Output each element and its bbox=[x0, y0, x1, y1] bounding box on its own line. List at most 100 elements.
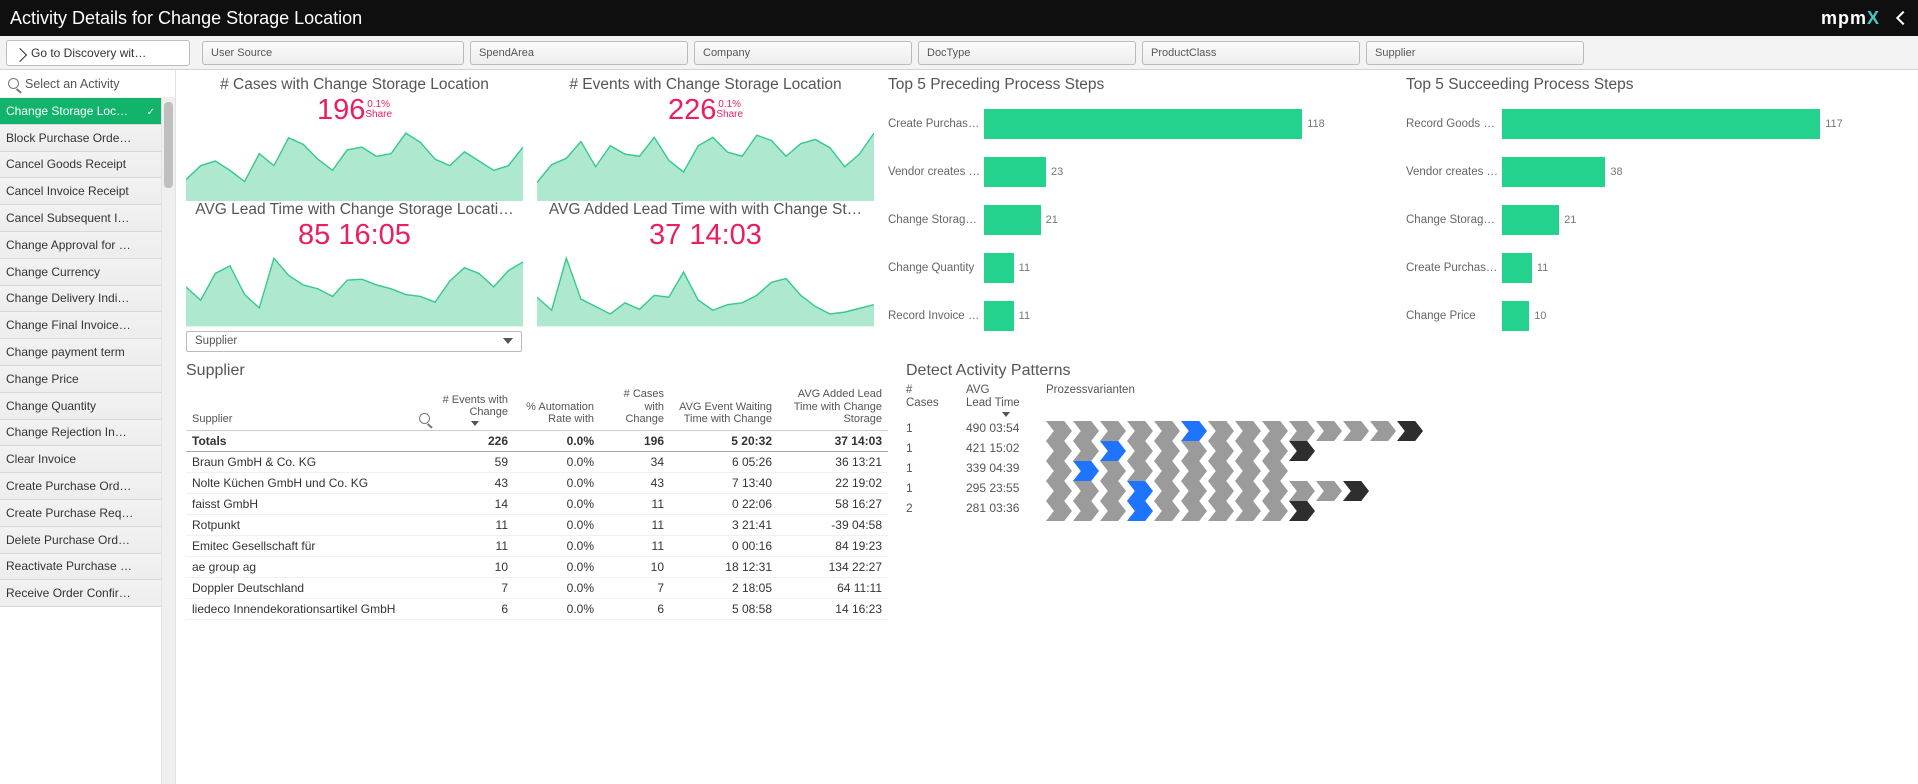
cell: 0.0% bbox=[514, 556, 600, 577]
bar-label: Vendor creates … bbox=[888, 166, 984, 178]
sidebar-header[interactable]: Select an Activity bbox=[0, 70, 175, 98]
bar-row[interactable]: Record Goods …117 bbox=[1406, 100, 1910, 148]
activity-item[interactable]: Change Price bbox=[0, 366, 161, 393]
col-added[interactable]: AVG Added Lead Time with Change Storage bbox=[778, 384, 888, 430]
activity-item[interactable]: Create Purchase Ord… bbox=[0, 473, 161, 500]
bar-label: Change Price bbox=[1406, 310, 1502, 322]
chevron-icon bbox=[1235, 481, 1261, 501]
bar-row[interactable]: Record Invoice …11 bbox=[888, 292, 1392, 340]
filter-company[interactable]: Company bbox=[694, 41, 912, 65]
activity-item[interactable]: Change Delivery Indi… bbox=[0, 286, 161, 313]
cell: 7 13:40 bbox=[670, 472, 778, 493]
activity-item[interactable]: Change Final Invoice… bbox=[0, 312, 161, 339]
col-cases[interactable]: # Cases with Change bbox=[600, 384, 670, 430]
scrollbar[interactable] bbox=[162, 98, 175, 784]
bar-track: 23 bbox=[984, 157, 1392, 187]
col-wait[interactable]: AVG Event Waiting Time with Change bbox=[670, 384, 778, 430]
pattern-variant[interactable] bbox=[1046, 421, 1910, 441]
table-row[interactable]: liedeco Innendekorationsartikel GmbH60.0… bbox=[186, 598, 888, 619]
pattern-variant[interactable] bbox=[1046, 441, 1910, 461]
pattern-cases: 1 bbox=[906, 421, 966, 441]
activity-item[interactable]: Change Quantity bbox=[0, 393, 161, 420]
cell: 37 14:03 bbox=[778, 430, 888, 451]
activity-item[interactable]: Clear Invoice bbox=[0, 446, 161, 473]
scrollbar-thumb[interactable] bbox=[164, 102, 173, 188]
activity-item[interactable]: Change payment term bbox=[0, 339, 161, 366]
bar-row[interactable]: Change Storag…21 bbox=[1406, 196, 1910, 244]
activity-item[interactable]: Cancel Goods Receipt bbox=[0, 152, 161, 179]
chevron-icon bbox=[1100, 461, 1126, 481]
card-events: # Events with Change Storage Location 22… bbox=[537, 76, 874, 201]
search-icon[interactable] bbox=[419, 413, 430, 424]
pattern-variant[interactable] bbox=[1046, 461, 1910, 481]
bar-row[interactable]: Vendor creates …23 bbox=[888, 148, 1392, 196]
bar-row[interactable]: Vendor creates …38 bbox=[1406, 148, 1910, 196]
table-row[interactable]: Braun GmbH & Co. KG590.0%346 05:2636 13:… bbox=[186, 451, 888, 472]
activity-item[interactable]: Receive Order Confir… bbox=[0, 580, 161, 607]
chevron-icon bbox=[1235, 501, 1261, 521]
bar-label: Change Storag… bbox=[1406, 214, 1502, 226]
bar-fill bbox=[1502, 157, 1605, 187]
section-title: Supplier bbox=[186, 362, 888, 380]
chevron-icon bbox=[1154, 501, 1180, 521]
chevron-icon bbox=[1073, 441, 1099, 461]
table-row[interactable]: faisst GmbH140.0%110 22:0658 16:27 bbox=[186, 493, 888, 514]
col-supplier[interactable]: Supplier bbox=[186, 384, 436, 430]
bar-label: Record Invoice … bbox=[888, 310, 984, 322]
chevron-icon bbox=[1046, 461, 1072, 481]
activity-item[interactable]: Block Purchase Orde… bbox=[0, 125, 161, 152]
goto-discovery-button[interactable]: Go to Discovery wit… bbox=[6, 40, 190, 66]
chevron-icon bbox=[1289, 441, 1315, 461]
cell: 11 bbox=[600, 493, 670, 514]
activity-item[interactable]: Cancel Invoice Receipt bbox=[0, 178, 161, 205]
bar-value: 38 bbox=[1610, 166, 1622, 178]
table-row[interactable]: Nolte Küchen GmbH und Co. KG430.0%437 13… bbox=[186, 472, 888, 493]
check-icon bbox=[147, 104, 155, 118]
sidebar-title: Select an Activity bbox=[25, 77, 120, 91]
filter-spendarea[interactable]: SpendArea bbox=[470, 41, 688, 65]
table-row[interactable]: ae group ag100.0%1018 12:31134 22:27 bbox=[186, 556, 888, 577]
filter-productclass[interactable]: ProductClass bbox=[1142, 41, 1360, 65]
bar-track: 11 bbox=[1502, 253, 1910, 283]
bar-fill bbox=[1502, 301, 1529, 331]
col-events[interactable]: # Events with Change bbox=[436, 384, 514, 430]
pattern-variant[interactable] bbox=[1046, 501, 1910, 521]
table-row[interactable]: Emitec Gesellschaft für110.0%110 00:1684… bbox=[186, 535, 888, 556]
activity-item[interactable]: Reactivate Purchase … bbox=[0, 554, 161, 581]
bar-row[interactable]: Create Purchas…11 bbox=[1406, 244, 1910, 292]
col-auto[interactable]: % Automation Rate with bbox=[514, 384, 600, 430]
dimension-dropdown[interactable]: Supplier bbox=[186, 331, 522, 352]
pattern-variant[interactable] bbox=[1046, 481, 1910, 501]
cell: 10 bbox=[600, 556, 670, 577]
bar-track: 118 bbox=[984, 109, 1392, 139]
bar-row[interactable]: Create Purchas…118 bbox=[888, 100, 1392, 148]
cell: 64 11:11 bbox=[778, 577, 888, 598]
activity-item[interactable]: Create Purchase Req… bbox=[0, 500, 161, 527]
pattern-header[interactable]: #Cases bbox=[906, 384, 966, 421]
activity-item[interactable]: Change Rejection In… bbox=[0, 420, 161, 447]
pattern-header[interactable]: AVGLead Time bbox=[966, 384, 1046, 421]
chevron-icon bbox=[1262, 421, 1288, 441]
pattern-header[interactable]: Prozessvarianten bbox=[1046, 384, 1910, 421]
table-row[interactable]: Rotpunkt110.0%113 21:41-39 04:58 bbox=[186, 514, 888, 535]
dropdown-value: Supplier bbox=[195, 335, 237, 347]
filter-doctype[interactable]: DocType bbox=[918, 41, 1136, 65]
cell: 36 13:21 bbox=[778, 451, 888, 472]
activity-item[interactable]: Delete Purchase Ord… bbox=[0, 527, 161, 554]
cell: 0.0% bbox=[514, 430, 600, 451]
table-row[interactable]: Totals2260.0%1965 20:3237 14:03 bbox=[186, 430, 888, 451]
chevron-icon bbox=[1127, 421, 1153, 441]
activity-item[interactable]: Cancel Subsequent I… bbox=[0, 205, 161, 232]
bar-row[interactable]: Change Storag…21 bbox=[888, 196, 1392, 244]
activity-item-selected[interactable]: Change Storage Loc… bbox=[0, 98, 161, 125]
filter-usersource[interactable]: User Source bbox=[202, 41, 464, 65]
activity-sidebar: Select an Activity Change Storage Loc…Bl… bbox=[0, 70, 176, 784]
table-row[interactable]: Doppler Deutschland70.0%72 18:0564 11:11 bbox=[186, 577, 888, 598]
bar-row[interactable]: Change Quantity11 bbox=[888, 244, 1392, 292]
bar-row[interactable]: Change Price10 bbox=[1406, 292, 1910, 340]
filter-supplier[interactable]: Supplier bbox=[1366, 41, 1584, 65]
chevron-icon bbox=[1154, 421, 1180, 441]
chevron-left-icon[interactable] bbox=[1896, 11, 1910, 25]
activity-item[interactable]: Change Approval for … bbox=[0, 232, 161, 259]
activity-item[interactable]: Change Currency bbox=[0, 259, 161, 286]
